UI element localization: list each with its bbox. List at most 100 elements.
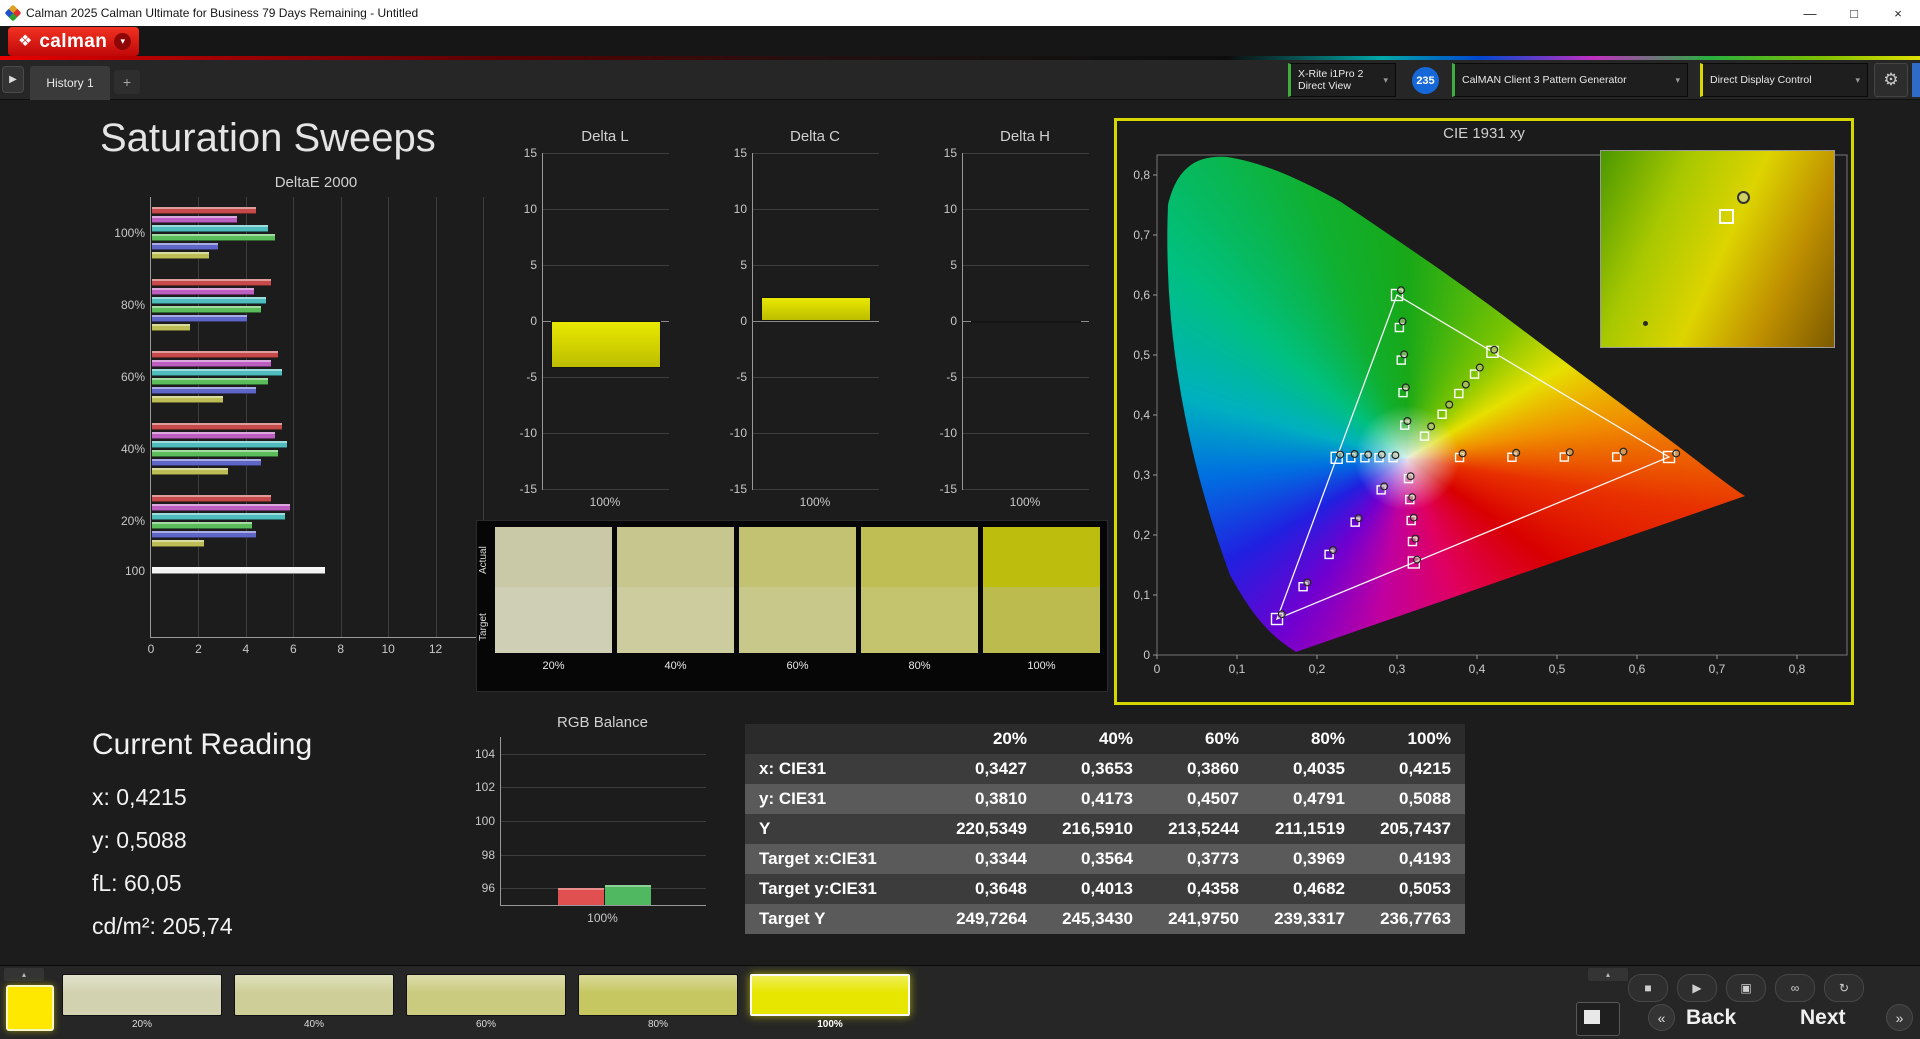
cell-value: 0,4193 [1359, 844, 1465, 874]
refresh-button[interactable]: ↻ [1824, 974, 1864, 1002]
meter-dropdown[interactable]: X-Rite i1Pro 2 Direct View ▾ [1288, 63, 1396, 97]
deltae-group-label: 100% [114, 226, 145, 240]
add-tab-button[interactable]: + [114, 70, 140, 94]
delta-grid-line [543, 265, 669, 266]
previous-page-button[interactable]: « [1648, 1004, 1675, 1031]
cell-value: 0,4358 [1147, 874, 1253, 904]
next-button[interactable]: Next [1800, 1006, 1846, 1030]
chart-title: RGB Balance [557, 714, 648, 731]
delta-grid-line [543, 209, 669, 210]
delta-grid-line [963, 153, 1089, 154]
deltae-bar [152, 495, 271, 502]
actual-swatch [983, 527, 1100, 587]
measured-point [1406, 472, 1415, 481]
back-button[interactable]: Back [1686, 1006, 1736, 1030]
deltae-2000-chart: DeltaE 2000 02468101214100%80%60%40%20%1… [92, 174, 492, 656]
table-row: Target Y 249,7264 245,3430 241,9750 239,3317… [745, 904, 1465, 934]
cie-y-tick-label: 0,4 [1133, 408, 1150, 422]
cell-value: 0,5088 [1359, 784, 1465, 814]
measured-point [1364, 450, 1373, 459]
measured-point [1350, 450, 1359, 459]
close-button[interactable]: × [1876, 0, 1920, 26]
bottom-swatch-40%[interactable]: 40% [234, 974, 394, 1030]
link-button[interactable]: ∞ [1775, 974, 1815, 1002]
measured-point [1461, 380, 1470, 389]
page-title: Saturation Sweeps [100, 116, 436, 160]
tab-history-1[interactable]: History 1 [30, 66, 110, 100]
delta-grid-line [753, 153, 879, 154]
measured-point [1277, 610, 1286, 619]
measurement-results-table: 20% 40% 60% 80% 100% x: CIE31 0,3427 0,3653 0,38… [745, 724, 1465, 934]
deltae-bar [152, 234, 276, 241]
row-label: Target Y [745, 904, 935, 934]
bottom-swatch-60%[interactable]: 60% [406, 974, 566, 1030]
delta-l-chart: Delta L 15 10 5 0 -5 -10 -15 100% [498, 128, 688, 509]
delta-grid-line [753, 433, 879, 434]
target-point [1454, 388, 1464, 399]
rgb-grid-line [501, 821, 706, 822]
meter-count-badge[interactable]: 235 [1412, 67, 1439, 94]
deltae-group-label: 20% [120, 514, 145, 528]
rgb-y-tick-label: 98 [481, 847, 495, 862]
display-control-dropdown[interactable]: Direct Display Control ▾ [1700, 63, 1868, 97]
minimize-button[interactable]: — [1788, 0, 1832, 26]
cell-value: 0,4215 [1359, 754, 1465, 784]
row-label: Target y:CIE31 [745, 874, 935, 904]
delta-y-tick-label: 0 [530, 314, 537, 328]
bottom-swatch-100%[interactable]: 100% [750, 974, 910, 1030]
play-button[interactable]: ▶ [1677, 974, 1717, 1002]
deltae-group-label: 40% [120, 442, 145, 456]
deltae-bar [152, 540, 205, 547]
stop-button[interactable]: ■ [1628, 974, 1668, 1002]
swatch-label: 20% [131, 1019, 152, 1030]
delta-grid-line [753, 377, 879, 378]
bottom-swatch-80%[interactable]: 80% [578, 974, 738, 1030]
actual-swatch [495, 527, 612, 587]
deltae-bar [152, 369, 283, 376]
deltae-bar [152, 522, 252, 529]
save-button[interactable]: ▣ [1726, 974, 1766, 1002]
saturation-swatch-column: 20% [495, 527, 612, 672]
saturation-swatch-column: 80% [861, 527, 978, 672]
swatch-label: 60% [475, 1019, 496, 1030]
cie-y-tick-label: 0,3 [1133, 468, 1150, 482]
logo-dropdown-caret-icon[interactable]: ▾ [114, 33, 132, 50]
delta-y-tick-label: 5 [950, 258, 957, 272]
swatch-color [234, 974, 394, 1016]
delta-grid-line [963, 433, 1089, 434]
next-page-button[interactable]: » [1886, 1004, 1913, 1031]
swatch-label: 80% [908, 660, 931, 672]
column-header [745, 724, 935, 754]
deltae-bar [152, 378, 269, 385]
edge-panel-button[interactable] [1912, 63, 1920, 97]
nav-arrow-button[interactable]: ▶ [2, 66, 24, 93]
chart-title: Delta C [789, 128, 841, 145]
delta-y-tick-label: 5 [530, 258, 537, 272]
swatch-label: 100% [1027, 660, 1056, 672]
column-header: 40% [1041, 724, 1147, 754]
delta-grid-line [963, 489, 1089, 490]
pattern-generator-dropdown[interactable]: CalMAN Client 3 Pattern Generator ▾ [1452, 63, 1688, 97]
calman-logo-menu[interactable]: ❖ calman ▾ [8, 27, 140, 56]
cell-value: 0,4173 [1041, 784, 1147, 814]
delta-y-tick-label: -10 [729, 426, 747, 440]
maximize-button[interactable]: □ [1832, 0, 1876, 26]
bottom-swatch-20%[interactable]: 20% [62, 974, 222, 1030]
chart-title: DeltaE 2000 [274, 174, 358, 191]
collapse-right-button[interactable]: ▴ [1588, 968, 1628, 981]
cell-value: 205,7437 [1359, 814, 1465, 844]
actual-row-label: Actual [478, 546, 489, 574]
collapse-left-button[interactable]: ▴ [4, 968, 44, 981]
cell-value: 0,3344 [935, 844, 1041, 874]
delta-grid-line [963, 209, 1089, 210]
rgb-red-bar [558, 888, 604, 905]
swatch-label: 40% [303, 1019, 324, 1030]
layout-picker-button[interactable] [1576, 1002, 1620, 1036]
delta-y-tick-label: 10 [733, 202, 747, 216]
table-row: x: CIE31 0,3427 0,3653 0,3860 0,4035 0,4215 [745, 754, 1465, 784]
column-header: 20% [935, 724, 1041, 754]
swatch-label: 40% [664, 660, 687, 672]
settings-gear-icon[interactable]: ⚙ [1874, 63, 1908, 97]
delta-value-bar [971, 321, 1081, 324]
cell-value: 0,3969 [1253, 844, 1359, 874]
